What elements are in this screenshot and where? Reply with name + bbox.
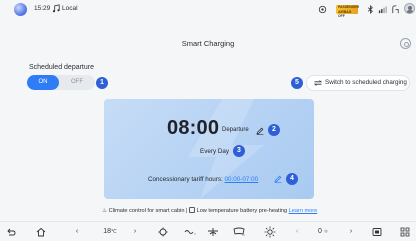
- user-avatar[interactable]: [404, 3, 415, 14]
- screen-icon[interactable]: [372, 227, 382, 237]
- departure-label: Departure: [222, 127, 249, 133]
- app-launcher-icon[interactable]: [14, 3, 27, 16]
- tariff-label: Concessionary tariff hours:: [148, 176, 223, 183]
- battery-text: Low temperature battery pre-heating: [196, 208, 288, 214]
- defrost-icon[interactable]: [233, 227, 245, 237]
- media-source[interactable]: Local: [62, 5, 78, 12]
- scheduled-departure-label: Scheduled departure: [29, 64, 94, 71]
- signal-icon: [378, 6, 387, 14]
- settings-icon[interactable]: [400, 38, 411, 49]
- temp-left-decrease[interactable]: ‹: [72, 222, 82, 241]
- edit-departure-icon[interactable]: [256, 127, 264, 135]
- temp-right-value[interactable]: 0 ❄: [310, 222, 336, 241]
- temp-left-increase[interactable]: ›: [130, 222, 140, 241]
- temp-left-value[interactable]: 18℃: [98, 222, 122, 241]
- apps-grid-icon[interactable]: [400, 227, 410, 237]
- home-icon[interactable]: [36, 227, 46, 237]
- departure-time[interactable]: 08:00: [167, 117, 219, 140]
- music-note-icon: [52, 4, 60, 13]
- temp-right-increase[interactable]: ›: [346, 222, 356, 241]
- callout-marker-5: 5: [291, 77, 303, 89]
- temp-right-decrease[interactable]: ‹: [292, 222, 302, 241]
- switch-to-scheduled-charging-button[interactable]: Switch to scheduled charging: [306, 75, 410, 91]
- tariff-hours-link[interactable]: 00:00-07:00: [225, 176, 259, 183]
- car-icon: [392, 5, 399, 14]
- bottom-dock: ‹ 18℃ › ‹ 0 ❄ ›: [0, 221, 416, 241]
- passenger-airbag-badge: PASSENGER AIRBAG OFF: [336, 5, 360, 18]
- recirculation-icon[interactable]: [207, 226, 219, 238]
- learn-more-link[interactable]: Learn more: [289, 208, 318, 214]
- scheduled-departure-toggle[interactable]: ON OFF: [27, 75, 95, 90]
- back-icon[interactable]: [6, 227, 16, 237]
- toggle-off-option[interactable]: OFF: [59, 75, 95, 90]
- repeat-days[interactable]: Every Day: [200, 148, 229, 155]
- status-time: 15:29: [34, 5, 51, 12]
- callout-marker-4: 4: [286, 173, 298, 185]
- tariff-hours: Concessionary tariff hours: 00:00-07:00: [148, 176, 258, 183]
- sun-icon[interactable]: [264, 226, 276, 238]
- edit-tariff-icon[interactable]: [274, 175, 282, 183]
- info-row: ♨ Climate control for smart cabin | Low …: [102, 207, 317, 214]
- callout-marker-3: 3: [233, 145, 245, 157]
- switch-button-label: Switch to scheduled charging: [325, 79, 407, 86]
- status-bar: 15:29 Local PASSENGER AIRBAG OFF: [0, 0, 416, 20]
- bluetooth-icon: [367, 5, 373, 14]
- swap-icon: [314, 80, 322, 86]
- callout-marker-2: 2: [268, 124, 280, 136]
- separator: |: [186, 208, 188, 214]
- location-icon: [318, 5, 327, 14]
- toggle-on-option[interactable]: ON: [27, 75, 59, 90]
- climate-icon: ♨: [102, 208, 108, 214]
- battery-heating-icon: [189, 207, 196, 213]
- climate-text: Climate control for smart cabin: [108, 208, 185, 214]
- fan-icon[interactable]: [183, 227, 197, 237]
- callout-marker-1: 1: [96, 77, 108, 89]
- seat-heat-icon[interactable]: [158, 227, 168, 237]
- page-title: Smart Charging: [181, 39, 235, 48]
